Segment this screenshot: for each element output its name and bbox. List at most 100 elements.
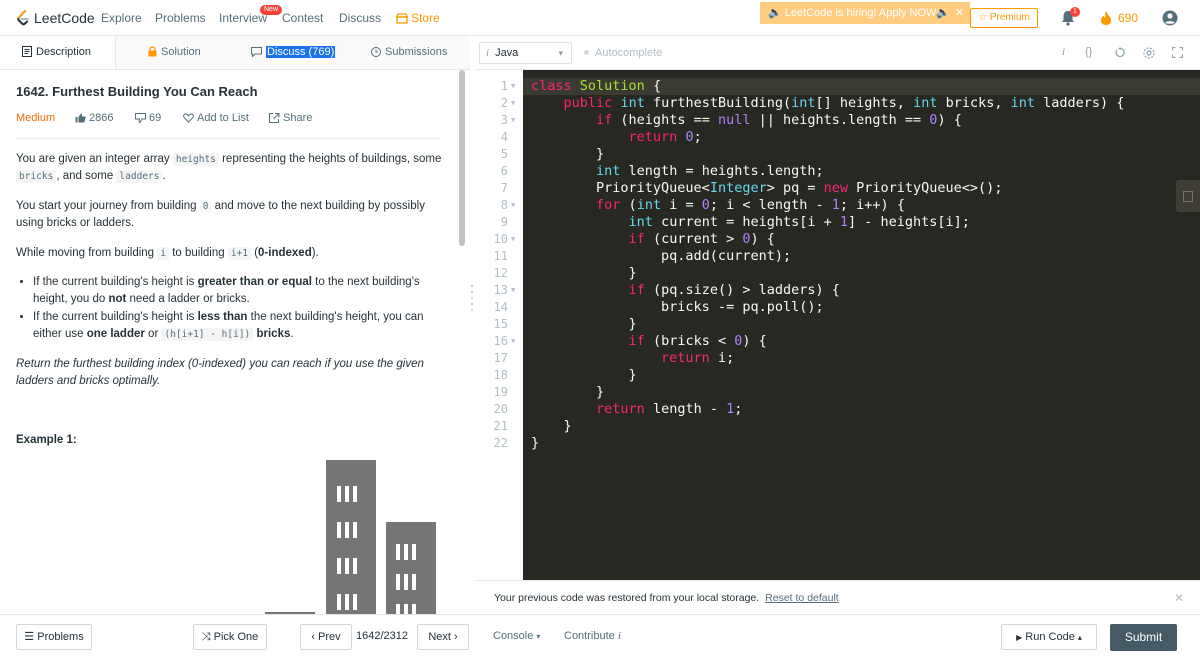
tab-description[interactable]: Description [0,36,116,69]
description-paragraph-2: You start your journey from building 0 a… [16,200,425,229]
tab-submissions-label: Submissions [385,46,448,58]
store-label: Store [411,11,440,25]
prev-button[interactable]: ‹ Prev [300,624,352,650]
description-paragraph-1: You are given an integer array heights r… [16,153,442,183]
line-number: 20 [493,402,508,416]
code-line: } [531,367,637,383]
clipboard-icon [1183,191,1193,202]
line-number: 14 [493,300,508,314]
code-line: if (pq.size() > ladders) { [628,282,840,298]
close-icon[interactable]: ✕ [955,2,964,24]
nav-explore[interactable]: Explore [101,11,142,25]
code-editor[interactable]: class Solution { public int furthestBuil… [523,70,1200,580]
play-icon: ▶ [1016,633,1023,642]
fold-arrow-icon[interactable]: ▼ [511,197,515,214]
code-line: class Solution { [523,78,1200,95]
lock-icon [148,46,157,57]
nav-discuss[interactable]: Discuss [339,11,381,25]
list-icon: ☰ [24,631,35,643]
code-line: PriorityQueue<Integer> pq = new Priority… [531,180,1003,196]
line-number: 8 [500,198,508,212]
line-number: 10 [493,232,508,246]
line-number: 22 [493,436,508,450]
contribute-button[interactable]: Contribute i [564,630,621,642]
tab-solution-label: Solution [161,46,201,58]
hiring-banner[interactable]: 🔈 LeetCode is hiring! Apply NOW🔈 ✕ [760,2,970,24]
add-to-list-button[interactable]: Add to List [183,112,249,124]
code-line: } [531,384,605,400]
code-line: } [531,435,540,451]
chevron-right-icon: › [454,631,458,643]
leetcode-logo-icon [17,10,29,26]
nav-contest[interactable]: Contest [282,11,323,25]
megaphone-icon: 🔈 [936,7,951,19]
pick-one-label: Pick One [213,631,259,643]
line-number: 17 [493,351,508,365]
fold-arrow-icon[interactable]: ▼ [511,231,515,248]
list-item: If the current building's height is grea… [33,274,433,308]
tab-discuss[interactable]: Discuss (769) [251,36,336,69]
code-line: return length - 1; [596,401,743,417]
reset-to-default-link[interactable]: Reset to default [765,592,839,604]
info-icon: i [617,630,621,642]
fold-arrow-icon[interactable]: ▼ [511,78,515,95]
run-code-label: Run Code [1025,631,1075,643]
chevron-down-icon: ▾ [536,632,541,641]
store-icon [395,13,409,24]
panel-resize-handle[interactable] [470,284,474,314]
code-line: public int furthestBuilding(int[] height… [563,95,1125,111]
tab-discuss-label: Discuss (769) [266,46,336,58]
pick-one-button[interactable]: ⤨ Pick One [193,624,267,650]
tab-solution[interactable]: Solution [148,36,201,69]
line-number: 1 [500,79,508,93]
next-button[interactable]: Next › [417,624,469,650]
run-code-button[interactable]: ▶ Run Code ▴ [1001,624,1097,650]
settings-icon[interactable] [1143,47,1155,59]
fold-arrow-icon[interactable]: ▼ [511,333,515,350]
fold-arrow-icon[interactable]: ▼ [511,95,515,112]
contribute-label: Contribute [564,630,615,642]
tab-submissions[interactable]: Submissions [371,36,447,69]
console-button[interactable]: Console ▾ [493,630,540,642]
dislike-button[interactable]: 69 [135,112,161,124]
code-line: if (heights == null || heights.length ==… [596,112,962,128]
code-line: return 0; [628,129,702,145]
avatar-icon[interactable] [1162,10,1178,26]
nav-problems[interactable]: Problems [155,11,206,25]
share-label: Share [283,112,313,124]
logo-text: LeetCode [34,10,95,26]
logo[interactable]: LeetCode [16,9,95,27]
coins-count[interactable]: 690 [1118,11,1138,25]
nav-store[interactable]: Store [395,11,440,25]
like-button[interactable]: 2866 [75,112,113,124]
side-panel-toggle[interactable] [1176,180,1200,212]
fullscreen-icon[interactable] [1172,47,1183,58]
problems-button[interactable]: ☰ Problems [16,624,92,650]
console-label: Console [493,630,534,642]
language-select[interactable]: i Java ▾ [479,42,572,64]
braces-icon[interactable]: {} [1085,46,1092,58]
fold-arrow-icon[interactable]: ▼ [511,112,515,129]
line-number: 12 [493,266,508,280]
problem-title: 1642. Furthest Building You Can Reach [16,84,258,99]
line-number: 2 [500,96,508,110]
megaphone-icon: 🔈 [768,7,785,19]
code-line: int length = heights.length; [596,163,824,179]
premium-button[interactable]: ☆ Premium [970,8,1038,28]
line-number-gutter: 1 2 3 4 5 6 7 8 9 10 11 12 13 14 15 16 1… [476,70,523,580]
share-button[interactable]: Share [269,112,312,124]
submit-button[interactable]: Submit [1110,624,1177,651]
thumbs-up-icon [75,113,86,123]
fold-arrow-icon[interactable]: ▼ [511,282,515,299]
close-icon[interactable]: ✕ [1174,581,1184,615]
reset-icon[interactable] [1115,47,1126,58]
description-scrollbar[interactable] [459,70,465,246]
tab-description-label: Description [36,46,92,58]
discuss-icon [251,47,262,58]
autocomplete-toggle[interactable]: Autocomplete [584,47,662,59]
nav-interview[interactable]: Interview [219,11,267,25]
code-line: } [531,146,605,162]
info-icon[interactable]: i [1062,46,1065,58]
line-number: 5 [500,147,508,161]
code-line: } [531,316,637,332]
